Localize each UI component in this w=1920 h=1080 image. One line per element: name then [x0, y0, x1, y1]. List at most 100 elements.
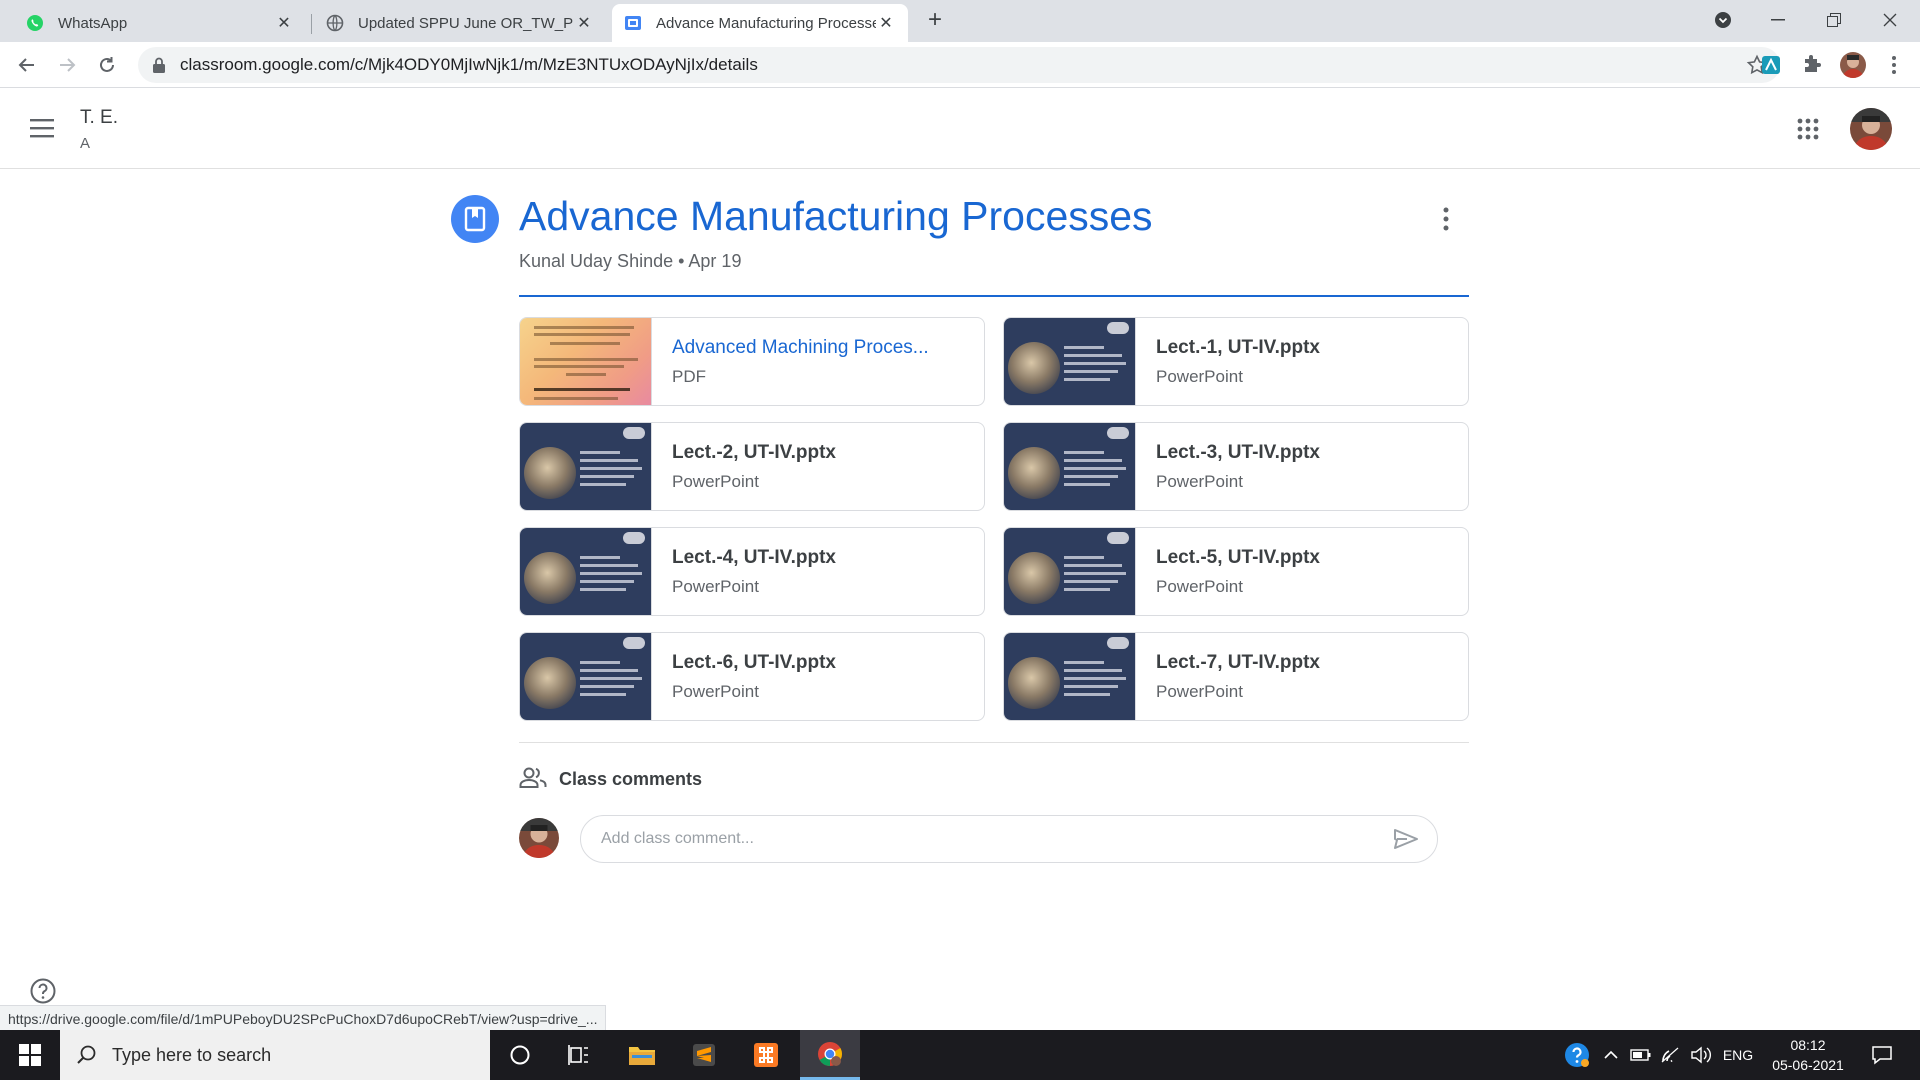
material-icon: [451, 195, 499, 243]
tab-separator: [311, 14, 312, 34]
taskbar-search-placeholder: Type here to search: [112, 1044, 272, 1065]
back-button[interactable]: [13, 51, 41, 79]
profile-avatar-icon[interactable]: [1840, 52, 1866, 78]
google-apps-icon[interactable]: [1796, 117, 1820, 141]
pptx-thumbnail: [1004, 633, 1136, 720]
puzzle-extensions-icon[interactable]: [1800, 53, 1824, 77]
tab-title: Updated SPPU June OR_TW_PR e: [358, 14, 574, 32]
file-explorer-icon[interactable]: [612, 1030, 672, 1080]
tab-title: Advance Manufacturing Processe: [656, 14, 876, 32]
attachment-name[interactable]: Lect.-6, UT-IV.pptx: [672, 652, 836, 674]
reload-button[interactable]: [93, 51, 121, 79]
account-avatar[interactable]: [1850, 108, 1892, 150]
cortana-icon[interactable]: [490, 1030, 550, 1080]
attachment-name[interactable]: Lect.-5, UT-IV.pptx: [1156, 547, 1320, 569]
attachment-type: PowerPoint: [672, 682, 759, 701]
attachment-card[interactable]: Lect.-4, UT-IV.pptx PowerPoint: [519, 527, 985, 616]
attachment-type: PowerPoint: [672, 472, 759, 491]
classroom-header: T. E. A: [0, 89, 1920, 169]
attachment-name[interactable]: Lect.-4, UT-IV.pptx: [672, 547, 836, 569]
clock-date: 05-06-2021: [1772, 1057, 1844, 1073]
attachments-grid: Advanced Machining Proces... PDF Lect.-1…: [519, 317, 1469, 721]
pptx-thumbnail: [1004, 528, 1136, 615]
minimize-button[interactable]: [1750, 0, 1806, 40]
pdf-thumbnail: [520, 318, 652, 405]
volume-icon[interactable]: [1688, 1030, 1714, 1080]
attachment-card[interactable]: Lect.-3, UT-IV.pptx PowerPoint: [1003, 422, 1469, 511]
people-icon: [519, 766, 547, 793]
chrome-taskbar-icon[interactable]: [800, 1030, 860, 1080]
pptx-thumbnail: [520, 423, 652, 510]
attachment-type: PDF: [672, 367, 706, 386]
battery-icon[interactable]: [1628, 1030, 1654, 1080]
attachment-name[interactable]: Advanced Machining Proces...: [672, 337, 929, 359]
taskbar-search-box[interactable]: Type here to search: [60, 1030, 490, 1080]
comments-divider: [519, 742, 1469, 743]
whatsapp-icon: [26, 14, 44, 32]
task-view-icon[interactable]: [550, 1030, 610, 1080]
attachment-name[interactable]: Lect.-3, UT-IV.pptx: [1156, 442, 1320, 464]
attachment-type: PowerPoint: [1156, 367, 1243, 386]
windows-taskbar: Type here to search ENG 08:12 05-06-2021: [0, 1030, 1920, 1080]
lock-icon: [152, 57, 166, 73]
globe-icon: [326, 14, 344, 32]
forward-button[interactable]: [53, 51, 81, 79]
material-title: Advance Manufacturing Processes: [519, 193, 1153, 239]
tab-sppu[interactable]: Updated SPPU June OR_TW_PR e ✕: [314, 4, 606, 42]
pptx-thumbnail: [520, 528, 652, 615]
attachment-card[interactable]: Advanced Machining Proces... PDF: [519, 317, 985, 406]
tab-title: WhatsApp: [58, 14, 128, 32]
browser-tab-strip: WhatsApp ✕ Updated SPPU June OR_TW_PR e …: [0, 0, 1920, 42]
pptx-thumbnail: [1004, 423, 1136, 510]
new-tab-button[interactable]: +: [922, 8, 948, 34]
close-tab-icon[interactable]: ✕: [574, 13, 594, 33]
taskbar-clock[interactable]: 08:12 05-06-2021: [1758, 1035, 1858, 1075]
attachment-card[interactable]: Lect.-2, UT-IV.pptx PowerPoint: [519, 422, 985, 511]
sublime-text-icon[interactable]: [674, 1030, 734, 1080]
more-options-icon[interactable]: [1440, 206, 1452, 234]
close-tab-icon[interactable]: ✕: [876, 13, 896, 33]
windows-start-icon[interactable]: [0, 1030, 60, 1080]
main-menu-icon[interactable]: [30, 117, 56, 139]
tab-search-icon[interactable]: [1695, 0, 1751, 40]
tab-whatsapp[interactable]: WhatsApp ✕: [14, 4, 306, 42]
attachment-type: PowerPoint: [672, 577, 759, 596]
attachment-card[interactable]: Lect.-7, UT-IV.pptx PowerPoint: [1003, 632, 1469, 721]
attachment-name[interactable]: Lect.-2, UT-IV.pptx: [672, 442, 836, 464]
attachment-card[interactable]: Lect.-5, UT-IV.pptx PowerPoint: [1003, 527, 1469, 616]
help-icon[interactable]: [30, 978, 56, 1004]
attachment-card[interactable]: Lect.-1, UT-IV.pptx PowerPoint: [1003, 317, 1469, 406]
attachment-type: PowerPoint: [1156, 577, 1243, 596]
pptx-thumbnail: [520, 633, 652, 720]
restore-button[interactable]: [1806, 0, 1862, 40]
chevron-up-icon[interactable]: [1598, 1030, 1624, 1080]
tab-classroom[interactable]: Advance Manufacturing Processe ✕: [612, 4, 908, 42]
address-bar[interactable]: classroom.google.com/c/Mjk4ODY0MjIwNjk1/…: [138, 47, 1780, 83]
close-tab-icon[interactable]: ✕: [274, 13, 294, 33]
help-tray-icon[interactable]: [1562, 1030, 1592, 1080]
wifi-icon[interactable]: [1658, 1030, 1684, 1080]
xampp-icon[interactable]: [736, 1030, 796, 1080]
title-divider: [519, 295, 1469, 297]
send-icon[interactable]: [1391, 824, 1421, 854]
class-name[interactable]: T. E.: [80, 107, 118, 129]
attachment-card[interactable]: Lect.-6, UT-IV.pptx PowerPoint: [519, 632, 985, 721]
material-author-date: Kunal Uday Shinde • Apr 19: [519, 251, 742, 271]
class-comments-title: Class comments: [559, 769, 703, 789]
class-section: A: [80, 135, 91, 152]
chrome-menu-icon[interactable]: [1882, 53, 1906, 77]
language-indicator[interactable]: ENG: [1718, 1030, 1758, 1080]
comment-box: [580, 815, 1438, 863]
url-text[interactable]: classroom.google.com/c/Mjk4ODY0MjIwNjk1/…: [180, 55, 1746, 75]
comment-input[interactable]: [601, 830, 1391, 848]
attachment-name[interactable]: Lect.-7, UT-IV.pptx: [1156, 652, 1320, 674]
extension-icon[interactable]: [1759, 53, 1783, 77]
close-window-button[interactable]: [1862, 0, 1918, 40]
notifications-icon[interactable]: [1862, 1030, 1902, 1080]
link-status-bubble: https://drive.google.com/file/d/1mPUPebo…: [0, 1005, 607, 1031]
clock-time: 08:12: [1790, 1037, 1826, 1053]
attachment-name[interactable]: Lect.-1, UT-IV.pptx: [1156, 337, 1320, 359]
attachment-type: PowerPoint: [1156, 472, 1243, 491]
avatar: [519, 818, 559, 858]
class-comments-header: Class comments: [519, 766, 702, 793]
